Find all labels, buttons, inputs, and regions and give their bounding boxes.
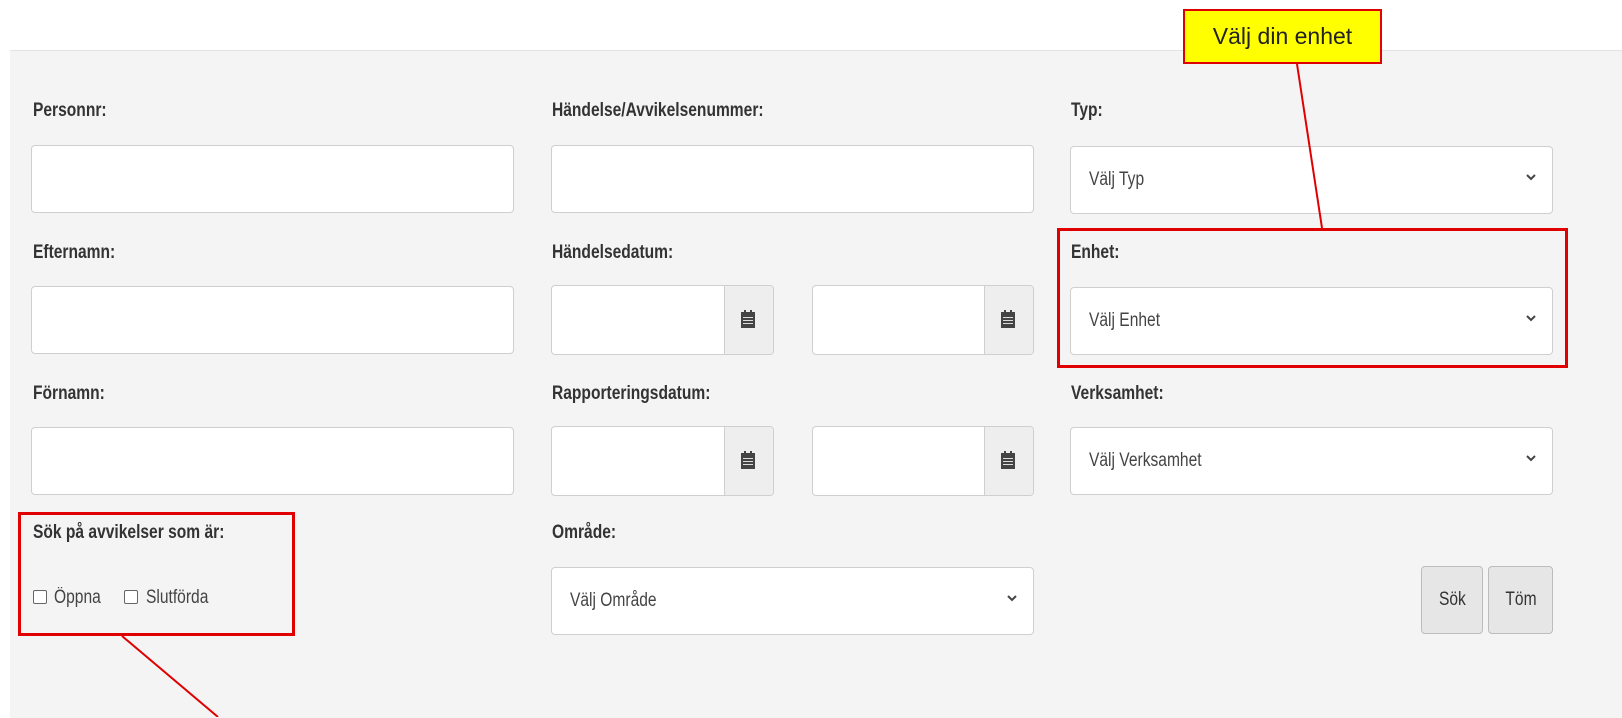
rapporteringsdatum-from-input[interactable] <box>551 426 774 496</box>
chevron-down-icon <box>1526 455 1536 462</box>
omrade-select[interactable]: Välj Område <box>551 567 1034 635</box>
omrade-label: Område: <box>552 522 617 543</box>
handelsedatum-from-calendar-button[interactable] <box>724 286 773 354</box>
efternamn-input[interactable] <box>31 286 514 354</box>
typ-label: Typ: <box>1071 100 1103 121</box>
personnr-input[interactable] <box>31 145 514 213</box>
fornamn-input[interactable] <box>31 427 514 495</box>
rapporteringsdatum-to-input[interactable] <box>812 426 1034 496</box>
rapporteringsdatum-label: Rapporteringsdatum: <box>552 383 711 404</box>
handelsedatum-to-input[interactable] <box>812 285 1034 355</box>
rapporteringsdatum-from-calendar-button[interactable] <box>724 427 773 495</box>
chevron-down-icon <box>1526 174 1536 181</box>
calendar-icon <box>1001 451 1015 469</box>
handelsedatum-to-calendar-button[interactable] <box>984 286 1033 354</box>
search-button[interactable]: Sök <box>1421 566 1483 634</box>
status-annotation-box <box>18 512 295 636</box>
omrade-select-value: Välj Område <box>570 590 657 611</box>
personnr-label: Personnr: <box>33 100 107 121</box>
calendar-icon <box>1001 310 1015 328</box>
chevron-down-icon <box>1007 595 1017 602</box>
handelsedatum-label: Händelsedatum: <box>552 242 674 263</box>
verksamhet-select[interactable]: Välj Verksamhet <box>1070 427 1553 495</box>
verksamhet-select-value: Välj Verksamhet <box>1089 450 1202 471</box>
typ-select-value: Välj Typ <box>1089 169 1145 190</box>
callout-label: Välj din enhet <box>1183 9 1382 64</box>
handelsenummer-input[interactable] <box>551 145 1034 213</box>
calendar-icon <box>741 451 755 469</box>
clear-button[interactable]: Töm <box>1488 566 1553 634</box>
handelsedatum-from-input[interactable] <box>551 285 774 355</box>
rapporteringsdatum-to-calendar-button[interactable] <box>984 427 1033 495</box>
typ-select[interactable]: Välj Typ <box>1070 146 1553 214</box>
efternamn-label: Efternamn: <box>33 242 116 263</box>
verksamhet-label: Verksamhet: <box>1071 383 1164 404</box>
search-button-label: Sök <box>1438 589 1466 610</box>
fornamn-label: Förnamn: <box>33 383 105 404</box>
calendar-icon <box>741 310 755 328</box>
enhet-annotation-box <box>1057 228 1568 368</box>
clear-button-label: Töm <box>1504 589 1537 610</box>
handelsenummer-label: Händelse/Avvikelsenummer: <box>552 100 764 121</box>
